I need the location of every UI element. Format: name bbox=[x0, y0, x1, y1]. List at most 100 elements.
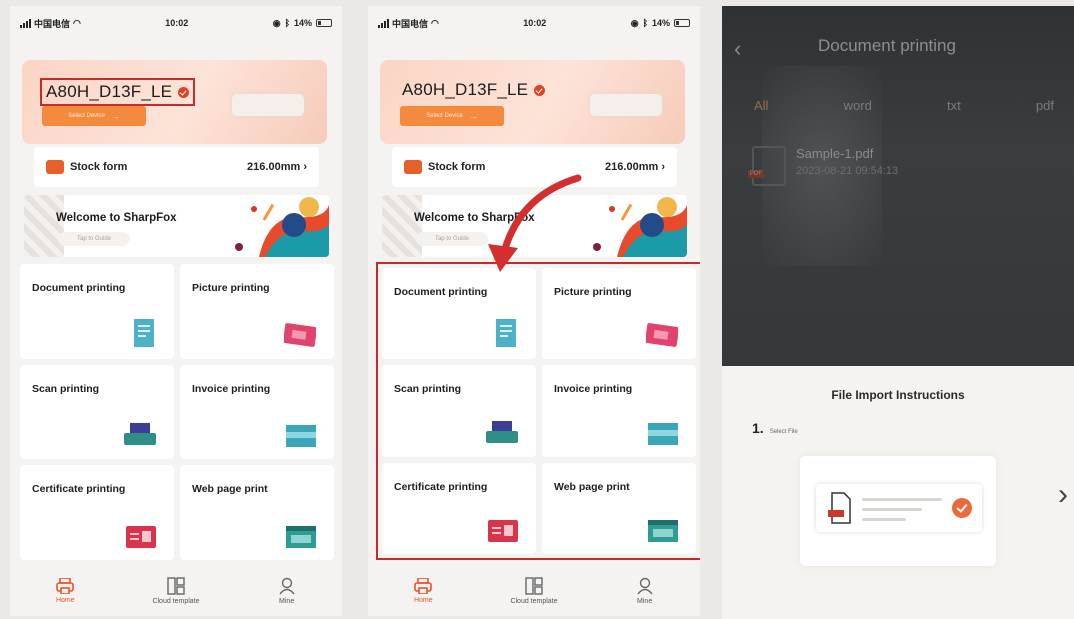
select-file-illustration bbox=[800, 456, 996, 566]
placeholder-line bbox=[862, 518, 906, 521]
connected-check-icon bbox=[178, 86, 190, 98]
tile-picture-printing[interactable]: Picture printing bbox=[180, 264, 334, 359]
bottom-tab-bar: Home Cloud template Mine bbox=[368, 566, 700, 616]
tab-word[interactable]: word bbox=[844, 98, 872, 113]
file-type-tabs: All word txt pdf bbox=[754, 98, 1054, 113]
stock-form-row[interactable]: Stock form 216.00mm › bbox=[34, 147, 319, 187]
phone-screen-home-2: 中国电信 ◠ 10:02 ◉ ᛒ 14% A80H_D13F_LE Select… bbox=[368, 6, 700, 616]
file-name: Sample-1.pdf bbox=[796, 146, 874, 161]
back-chevron-icon[interactable]: ‹ bbox=[734, 36, 741, 62]
select-device-button[interactable]: Select Device → bbox=[42, 106, 146, 126]
tile-label: Document printing bbox=[32, 282, 126, 294]
page-title: Document printing bbox=[818, 36, 956, 55]
step-number: 1. bbox=[752, 420, 764, 436]
tile-invoice-printing[interactable]: Invoice printing bbox=[180, 364, 334, 460]
file-meta: Sample-1.pdf 2023-08-21 09:54:13 bbox=[796, 146, 898, 177]
invoice-icon bbox=[286, 425, 316, 448]
tile-label: Scan printing bbox=[32, 382, 100, 395]
document-icon bbox=[134, 318, 154, 347]
printer-icon bbox=[56, 578, 75, 594]
battery-icon bbox=[316, 19, 332, 27]
file-list-item[interactable]: Sample-1.pdf 2023-08-21 09:54:13 bbox=[748, 146, 898, 186]
banner-stripes bbox=[24, 195, 64, 257]
scanner-icon bbox=[124, 423, 156, 446]
chevron-right-icon: › bbox=[303, 161, 307, 173]
tutorial-screenshot: 中国电信 ◠ 10:02 ◉ ᛒ 14% A80H_D13F_LE Select… bbox=[0, 0, 1074, 619]
certificate-icon bbox=[126, 525, 156, 548]
pdf-document-icon bbox=[828, 492, 851, 524]
template-icon bbox=[525, 577, 543, 595]
paper-roll-icon bbox=[46, 160, 64, 174]
status-time: 10:02 bbox=[165, 18, 189, 28]
tap-to-guide-button[interactable]: Tap to Guide bbox=[58, 232, 130, 246]
tab-home[interactable]: Home bbox=[25, 578, 105, 604]
tab-label: Mine bbox=[279, 598, 295, 605]
device-status-pill bbox=[232, 94, 304, 116]
signal-icon bbox=[20, 18, 31, 28]
select-device-label: Select Device bbox=[68, 113, 105, 119]
tile-label: Picture printing bbox=[192, 282, 270, 294]
stock-value: 216.00mm bbox=[247, 161, 301, 173]
tab-label: Cloud template bbox=[510, 598, 558, 605]
status-bar: 中国电信 ◠ 10:02 ◉ ᛒ 14% bbox=[10, 6, 342, 40]
file-row-illustration bbox=[816, 484, 982, 532]
battery-label: 14% bbox=[293, 18, 312, 28]
document-printing-screen: ‹ Document printing All word txt pdf Sam… bbox=[722, 6, 1074, 619]
tile-certificate-printing[interactable]: Certificate printing bbox=[20, 465, 174, 560]
webpage-icon bbox=[286, 525, 316, 548]
tab-cloud-template[interactable]: Cloud template bbox=[136, 577, 216, 605]
pdf-file-icon bbox=[748, 146, 786, 186]
file-date: 2023-08-21 09:54:13 bbox=[796, 165, 899, 177]
tab-pdf[interactable]: pdf bbox=[1036, 98, 1054, 113]
red-pointer-arrow-icon bbox=[488, 174, 582, 272]
arrow-right-icon: → bbox=[110, 111, 120, 121]
tile-label: Web page print bbox=[192, 483, 268, 496]
wifi-icon: ◠ bbox=[73, 17, 81, 28]
welcome-banner[interactable]: Welcome to SharpFox Tap to Guide bbox=[24, 195, 329, 257]
device-name-highlighted[interactable]: A80H_D13F_LE bbox=[40, 78, 196, 106]
template-icon bbox=[167, 577, 185, 595]
tab-cloud-template[interactable]: Cloud template bbox=[494, 577, 574, 605]
carrier-label: 中国电信 bbox=[34, 18, 71, 29]
status-right: ◉ ᛒ 14% bbox=[273, 18, 332, 29]
tile-label: Certificate printing bbox=[32, 483, 126, 496]
tab-all[interactable]: All bbox=[754, 98, 768, 113]
stock-value-group: 216.00mm › bbox=[247, 161, 307, 173]
printer-icon bbox=[414, 578, 433, 594]
tab-label: Home bbox=[413, 597, 433, 604]
device-card[interactable]: A80H_D13F_LE Select Device → bbox=[22, 60, 327, 144]
next-chevron-icon[interactable]: › bbox=[1058, 478, 1068, 512]
placeholder-line bbox=[862, 498, 942, 501]
tile-scan-printing[interactable]: Scan printing bbox=[20, 364, 174, 460]
instructions-title: File Import Instructions bbox=[831, 388, 965, 402]
step-text: Select File bbox=[769, 429, 798, 435]
tab-label: Cloud template bbox=[152, 598, 200, 605]
device-name: A80H_D13F_LE bbox=[46, 82, 173, 101]
file-list-area: ‹ Document printing All word txt pdf Sam… bbox=[722, 6, 1074, 366]
picture-icon bbox=[284, 322, 316, 347]
tile-label: Invoice printing bbox=[192, 382, 271, 395]
banner-art-icon bbox=[235, 197, 329, 257]
phone-screen-home-1: 中国电信 ◠ 10:02 ◉ ᛒ 14% A80H_D13F_LE Select… bbox=[10, 6, 342, 616]
welcome-title: Welcome to SharpFox bbox=[56, 212, 177, 224]
tab-mine[interactable]: Mine bbox=[605, 577, 685, 605]
user-icon bbox=[279, 577, 295, 595]
tab-label: Home bbox=[55, 597, 75, 604]
tab-mine[interactable]: Mine bbox=[247, 577, 327, 605]
tile-document-printing[interactable]: Document printing bbox=[20, 264, 174, 359]
selected-check-icon bbox=[952, 498, 972, 518]
alarm-icon: ◉ bbox=[272, 17, 281, 28]
tab-label: Mine bbox=[637, 598, 653, 605]
instruction-step: 1. Select File bbox=[752, 420, 798, 436]
user-icon bbox=[637, 577, 653, 595]
tab-txt[interactable]: txt bbox=[947, 98, 961, 113]
placeholder-line bbox=[862, 508, 922, 511]
tile-web-page-print[interactable]: Web page print bbox=[180, 465, 334, 560]
tab-home[interactable]: Home bbox=[383, 578, 463, 604]
bottom-tab-bar: Home Cloud template Mine bbox=[10, 566, 342, 616]
function-grid: Document printing Picture printing Scan … bbox=[20, 264, 334, 560]
stock-label: Stock form bbox=[70, 161, 128, 173]
stock-label-group: Stock form bbox=[46, 160, 127, 174]
bluetooth-icon: ᛒ bbox=[284, 18, 290, 28]
signal-area: 中国电信 ◠ bbox=[20, 17, 81, 30]
